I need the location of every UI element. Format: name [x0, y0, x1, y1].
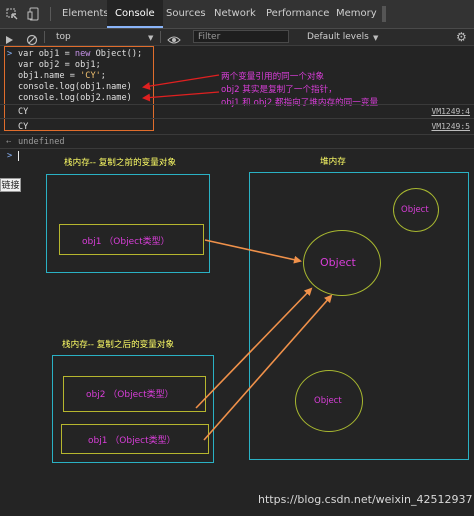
annotation-arrow-1 [142, 74, 220, 91]
watermark: https://blog.csdn.net/weixin_42512937 [258, 493, 473, 506]
pointer-arrow-obj1-after [203, 294, 333, 441]
pointer-arrow-obj2-after [195, 287, 313, 409]
pointer-arrow-obj1-before [204, 239, 302, 264]
annotation-arrow-2 [142, 91, 220, 102]
arrows-overlay [142, 74, 333, 441]
